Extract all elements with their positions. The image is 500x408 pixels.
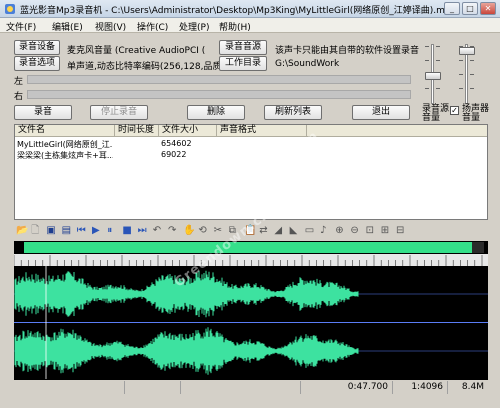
maximize-button[interactable]: □: [462, 2, 478, 15]
record-options-value: 单声道,动态比特率编码(256,128,品质5): [67, 62, 231, 72]
right-level-meter: [27, 90, 411, 99]
skip-start-icon[interactable]: ⏮: [77, 225, 89, 237]
status-bar: 0:47.700 1:4096 8.4M: [14, 381, 488, 394]
right-channel-label: 右: [14, 92, 24, 102]
column-header-format[interactable]: 声音格式: [217, 125, 307, 137]
minimize-button[interactable]: _: [444, 2, 460, 15]
close-button[interactable]: ✕: [480, 2, 496, 15]
status-size: 8.4M: [447, 381, 488, 394]
zoom-fit-icon[interactable]: ⊡: [366, 225, 378, 237]
record-source-button[interactable]: 录音音源: [219, 40, 267, 55]
hand-icon[interactable]: ✋: [183, 225, 195, 237]
delete-button[interactable]: 删除: [187, 105, 245, 120]
stop-record-button[interactable]: 停止录音: [90, 105, 148, 120]
work-dir-value: G:\SoundWork: [275, 59, 340, 69]
record-source-volume-label: 录音源 音量: [422, 104, 450, 123]
file-list[interactable]: 文件名 时间长度 文件大小 声音格式 MyLittleGirl(网络原创_江..…: [14, 124, 488, 220]
size-cell: 654602: [161, 139, 192, 148]
speaker-volume-label: 扬声器 音量: [462, 104, 490, 123]
menu-operate[interactable]: 操作(C): [137, 20, 168, 33]
exit-button[interactable]: 退出: [352, 105, 410, 120]
stop-icon[interactable]: ■: [122, 225, 134, 237]
refresh-list-button[interactable]: 刷新列表: [264, 105, 322, 120]
column-header-filename[interactable]: 文件名: [15, 125, 115, 137]
window-title: 蓝光影音Mp3录音机 - C:\Users\Administrator\Desk…: [20, 6, 457, 16]
save-icon[interactable]: ▣: [46, 225, 58, 237]
fade-out-icon[interactable]: ◣: [290, 225, 302, 237]
record-options-button[interactable]: 录音选项: [14, 56, 60, 71]
filename-cell: MyLittleGirl(网络原创_江...: [17, 140, 113, 149]
volume-icon[interactable]: ♪: [320, 225, 332, 237]
waveform-panel[interactable]: Greendown.cn: [13, 206, 488, 380]
pause-icon[interactable]: ⏸: [107, 225, 119, 237]
zoom-out-icon[interactable]: ⊖: [350, 225, 362, 237]
menu-file[interactable]: 文件(F): [6, 20, 36, 33]
timeline-scroll-end[interactable]: [472, 242, 484, 253]
menu-edit[interactable]: 编辑(E): [52, 20, 83, 33]
record-device-value: 麦克风音量 (Creative AudioPCI (: [67, 46, 206, 56]
redo-icon[interactable]: ↷: [168, 225, 180, 237]
app-icon: [5, 4, 15, 14]
undo-icon[interactable]: ↶: [153, 225, 165, 237]
column-header-blank: [307, 125, 487, 137]
speaker-volume-checkbox[interactable]: ✓: [450, 106, 459, 115]
record-button[interactable]: 录音: [14, 105, 72, 120]
new-icon[interactable]: 🗋: [31, 225, 43, 237]
scissors-icon[interactable]: ✂: [214, 225, 226, 237]
work-dir-button[interactable]: 工作目录: [219, 56, 267, 71]
save-as-icon[interactable]: ▤: [62, 225, 74, 237]
rewind-icon[interactable]: ⟲: [198, 225, 210, 237]
speaker-volume-thumb[interactable]: [459, 47, 475, 55]
menu-help[interactable]: 帮助(H): [219, 20, 251, 33]
left-channel-label: 左: [14, 77, 24, 87]
menu-bar: 文件(F) 编辑(E) 视图(V) 操作(C) 处理(P) 帮助(H): [0, 18, 500, 33]
play-icon[interactable]: ▶: [92, 225, 104, 237]
status-time: 0:47.700: [300, 381, 392, 394]
watermark: Greendown.cn: [213, 128, 323, 218]
fade-in-icon[interactable]: ◢: [274, 225, 286, 237]
zoom-full-icon[interactable]: ⊟: [396, 225, 408, 237]
menu-process[interactable]: 处理(P): [179, 20, 209, 33]
zoom-in-icon[interactable]: ⊕: [335, 225, 347, 237]
filename-cell: 梁梁梁(主栋集炫声卡+耳...: [17, 151, 113, 160]
record-source-volume-thumb[interactable]: [425, 72, 441, 80]
timeline-bar[interactable]: [24, 242, 472, 253]
menu-view[interactable]: 视图(V): [95, 20, 126, 33]
left-level-meter: [27, 75, 411, 84]
column-header-duration[interactable]: 时间长度: [115, 125, 159, 137]
silence-icon[interactable]: ▭: [305, 225, 317, 237]
zoom-selection-icon[interactable]: ⊞: [381, 225, 393, 237]
record-source-note: 该声卡只能由其自带的软件设置录音: [275, 46, 420, 56]
open-icon[interactable]: 📂: [16, 225, 28, 237]
size-cell: 69022: [161, 150, 187, 159]
column-header-size[interactable]: 文件大小: [159, 125, 217, 137]
title-bar: 蓝光影音Mp3录音机 - C:\Users\Administrator\Desk…: [0, 0, 500, 18]
skip-end-icon[interactable]: ⏭: [138, 225, 150, 237]
status-zoom: 1:4096: [392, 381, 447, 394]
record-device-button[interactable]: 录音设备: [14, 40, 60, 55]
time-ruler[interactable]: [14, 254, 488, 266]
waveform-display[interactable]: [13, 241, 488, 380]
